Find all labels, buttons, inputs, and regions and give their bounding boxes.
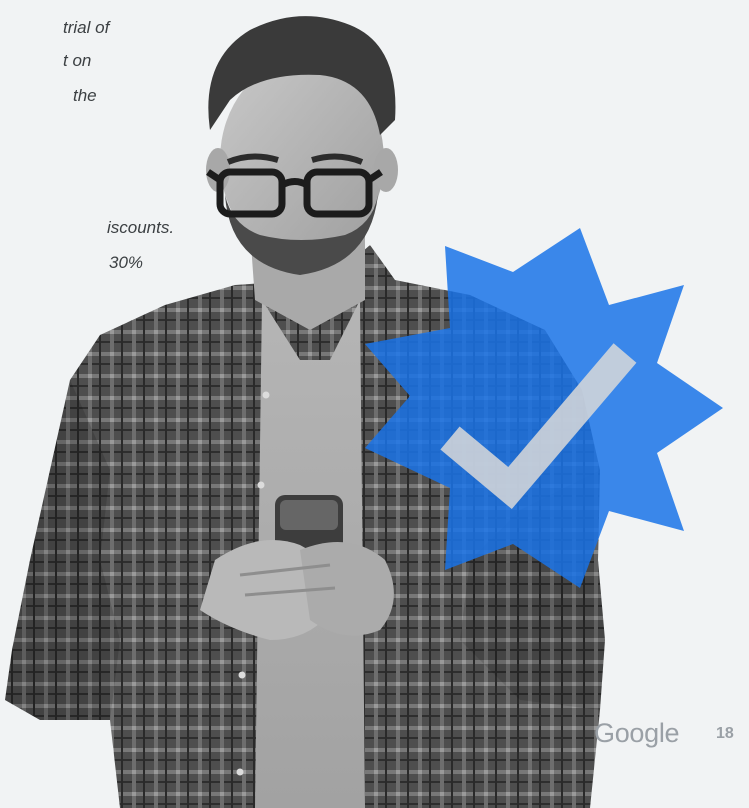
google-logo-text: Google bbox=[594, 718, 680, 748]
page-number: 18 bbox=[716, 725, 734, 742]
head bbox=[206, 16, 398, 275]
slide: trial of t on the iscounts. 30% Google 1… bbox=[0, 0, 749, 808]
man-with-phone-photo bbox=[5, 16, 723, 808]
